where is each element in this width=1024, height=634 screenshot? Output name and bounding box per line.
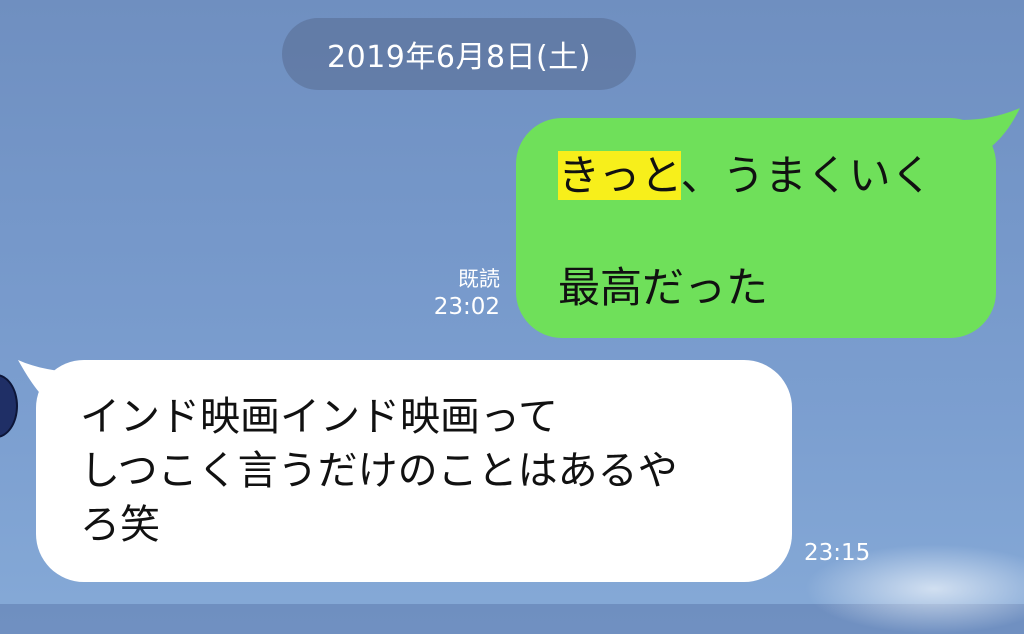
received-message-line-2: しつこく言うだけのことはあるや <box>80 448 678 494</box>
sent-message-line-2: 最高だった <box>558 263 769 312</box>
read-receipt: 既読 <box>458 267 500 291</box>
date-separator: 2019年6月8日(土) <box>282 18 636 90</box>
received-message-line-3: ろ笑 <box>80 502 160 548</box>
highlighted-text: きっと <box>558 151 681 200</box>
received-message-bubble[interactable]: インド映画インド映画って しつこく言うだけのことはあるや ろ笑 <box>36 360 792 582</box>
date-separator-label: 2019年6月8日(土) <box>327 40 591 75</box>
sent-message-text-1: 、うまくいく <box>680 151 933 200</box>
received-timestamp: 23:15 <box>804 540 871 566</box>
received-message-line-1: インド映画インド映画って <box>80 394 558 440</box>
sent-message-line-1: きっと、うまくいく <box>558 148 960 204</box>
sent-timestamp: 23:02 <box>433 294 500 320</box>
sent-message-bubble[interactable]: きっと、うまくいく 最高だった <box>516 118 996 338</box>
